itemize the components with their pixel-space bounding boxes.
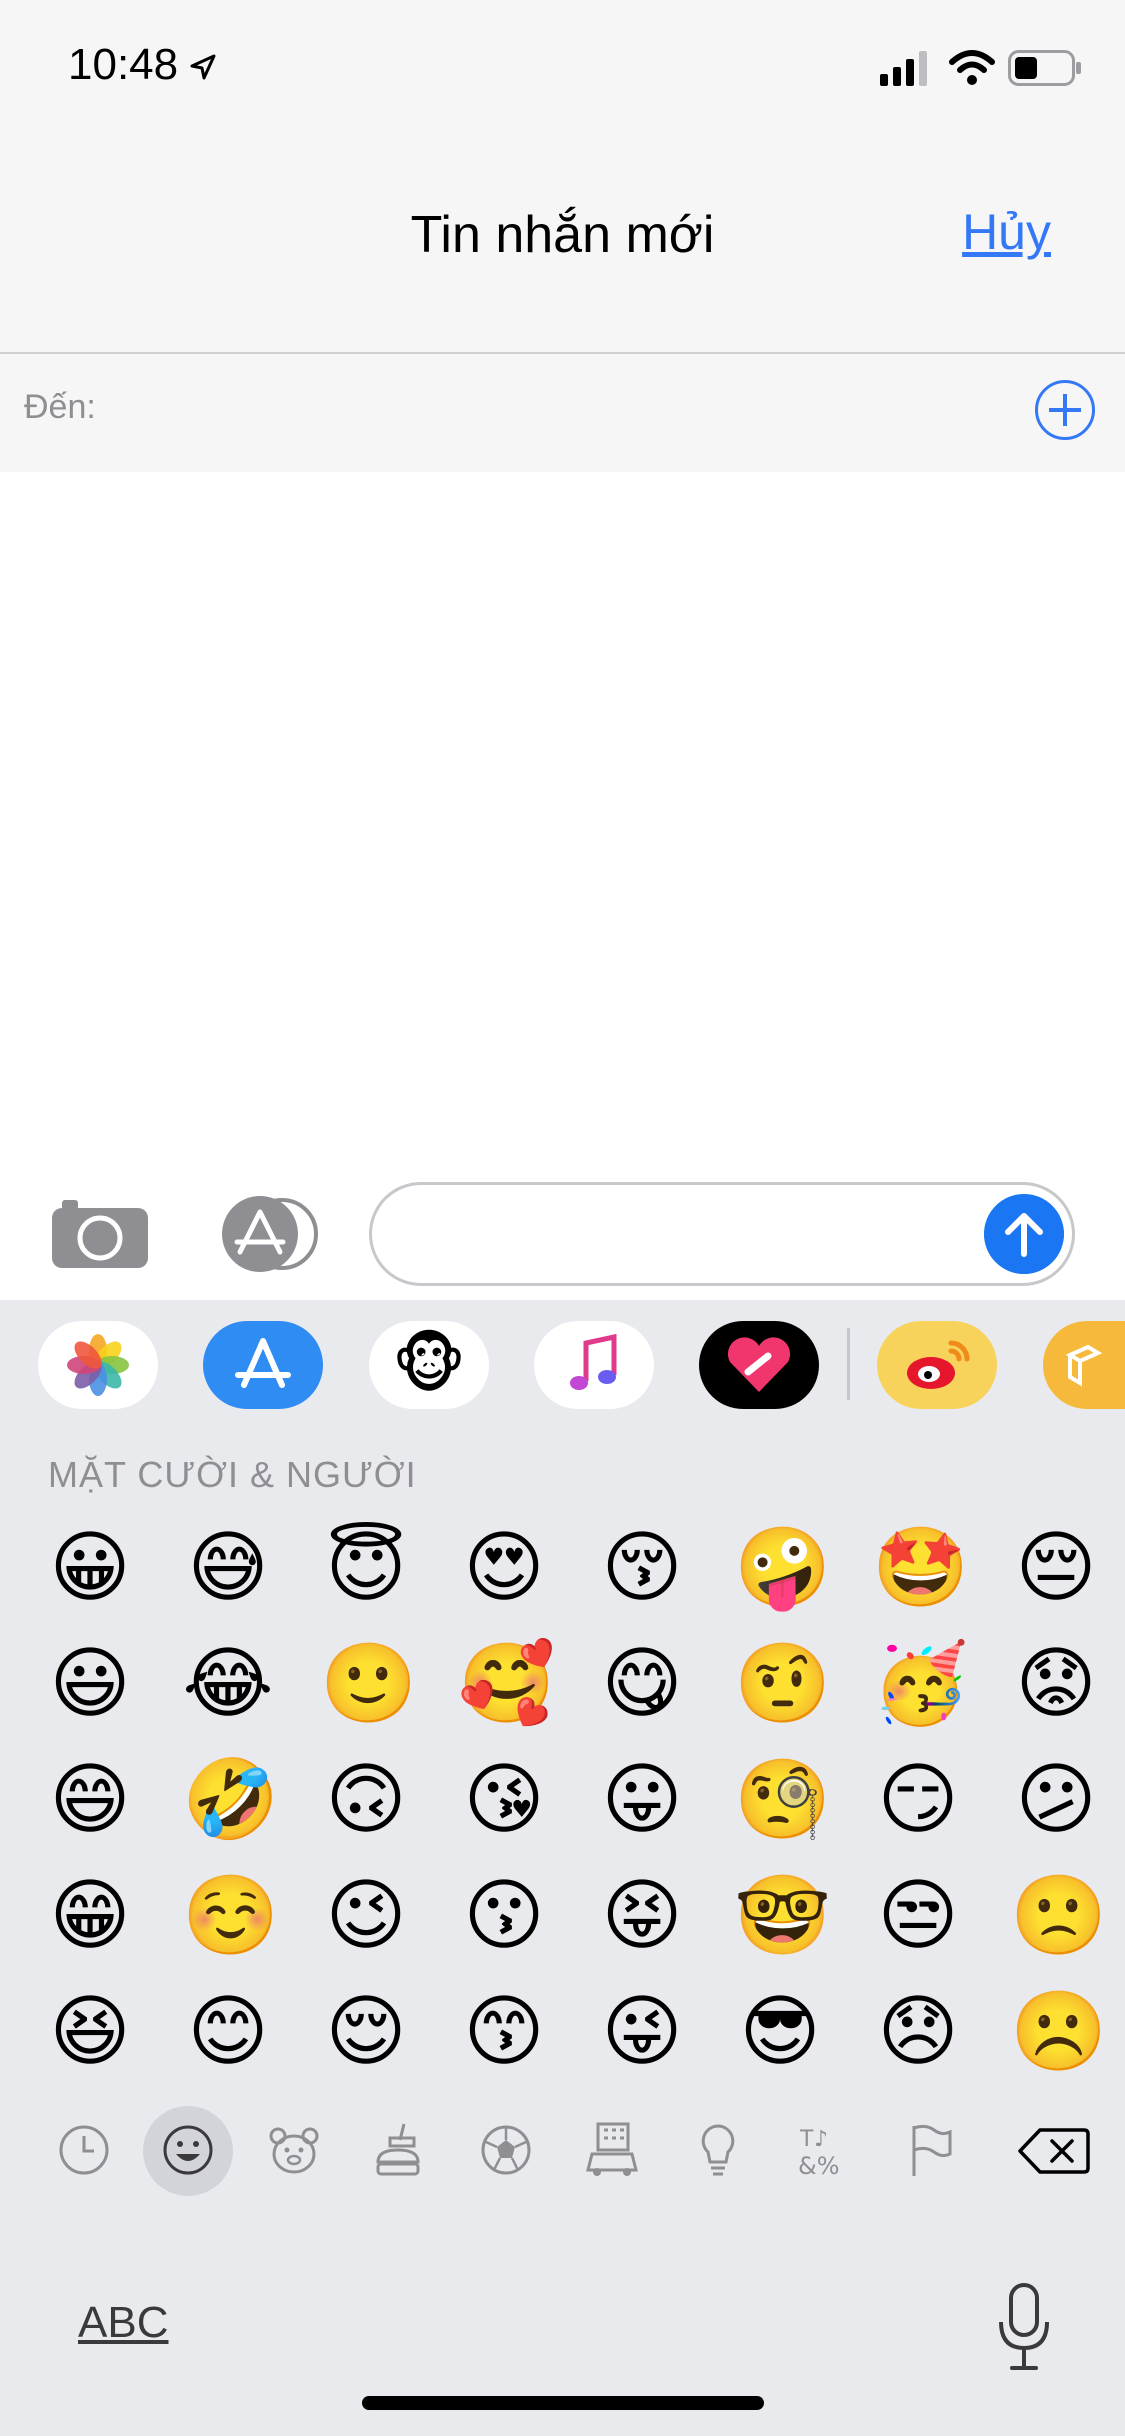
delete-icon[interactable] [1018,2126,1090,2176]
svg-text:♪: ♪ [814,2127,828,2152]
recent-icon[interactable] [54,2120,114,2180]
photos-icon[interactable] [38,1321,158,1409]
battery-icon [1008,50,1081,86]
emoji-key[interactable]: 😜 [596,1986,688,2078]
emoji-key[interactable]: 😕 [1010,1754,1102,1846]
message-input[interactable] [369,1182,1075,1286]
emoji-key[interactable]: 🥳 [872,1638,969,1730]
animals-icon[interactable] [264,2120,324,2180]
flags-icon[interactable] [900,2120,960,2180]
camera-icon[interactable] [52,1198,148,1268]
emoji-key[interactable]: 😎 [734,1986,826,2078]
app-store-button[interactable] [210,1196,320,1272]
emoji-key[interactable]: 😝 [596,1870,688,1962]
page-title: Tin nhắn mới [410,206,715,264]
emoji-key[interactable]: 🤨 [734,1638,831,1730]
emoji-key[interactable]: 😍 [458,1522,550,1614]
microphone-icon[interactable] [996,2282,1052,2372]
emoji-key[interactable]: 😀 [44,1522,136,1614]
food-icon[interactable] [370,2120,430,2180]
svg-text:&%: &% [798,2152,840,2180]
emoji-key[interactable]: 😇 [320,1522,412,1614]
add-contact-button[interactable] [1035,380,1095,440]
smileys-icon[interactable] [158,2120,218,2180]
emoji-key[interactable]: 😅 [182,1522,274,1614]
app-store-icon[interactable] [203,1321,323,1409]
emoji-key[interactable]: 😄 [44,1754,136,1846]
emoji-key[interactable]: 😌 [320,1986,412,2078]
location-arrow-icon [190,54,216,80]
emoji-key[interactable]: 😏 [872,1754,964,1846]
emoji-key[interactable]: 😉 [320,1870,412,1962]
app-drawer-divider [847,1328,850,1400]
send-button[interactable] [984,1194,1064,1274]
travel-icon[interactable] [582,2120,642,2180]
emoji-key[interactable]: 😙 [458,1986,550,2078]
animoji-monkey-icon[interactable]: 🐵 [369,1321,489,1409]
recipient-field[interactable] [0,354,1125,472]
emoji-section-title: MẶT CƯỜI & NGƯỜI [48,1454,417,1495]
emoji-key[interactable]: 🙁 [1010,1870,1107,1962]
emoji-key[interactable]: 🥰 [458,1638,555,1730]
music-icon[interactable] [534,1321,654,1409]
activity-icon[interactable] [476,2120,536,2180]
objects-icon[interactable] [688,2120,748,2180]
emoji-key[interactable]: ☺️ [182,1870,279,1962]
emoji-key[interactable]: 🤪 [734,1522,831,1614]
emoji-key[interactable]: 😒 [872,1870,964,1962]
emoji-key[interactable]: 😃 [44,1638,136,1730]
emoji-key[interactable]: 😛 [596,1754,688,1846]
emoji-key[interactable]: 🤩 [872,1522,969,1614]
emoji-key[interactable]: ☹️ [1010,1986,1107,2078]
emoji-key[interactable]: 🤣 [182,1754,279,1846]
yellow-app-icon[interactable] [1043,1321,1125,1409]
emoji-key[interactable]: 🙂 [320,1638,417,1730]
status-time: 10:48 [68,40,179,89]
emoji-key[interactable]: 🤓 [734,1870,831,1962]
cellular-signal-icon [880,51,927,86]
emoji-key[interactable]: 😟 [1010,1638,1102,1730]
emoji-key[interactable]: 😂 [182,1638,274,1730]
weibo-icon[interactable] [877,1321,997,1409]
recipient-label: Đến: [24,388,96,426]
svg-text:T: T [799,2127,814,2152]
emoji-key[interactable]: 😔 [1010,1522,1102,1614]
abc-keyboard-button[interactable]: ABC [78,2298,168,2348]
symbols-icon[interactable]: T ♪ &% [794,2120,854,2180]
digital-touch-icon[interactable] [699,1321,819,1409]
emoji-key[interactable]: 😊 [182,1986,274,2078]
home-indicator[interactable] [362,2396,764,2410]
wifi-icon [949,50,995,85]
emoji-key[interactable]: 😁 [44,1870,136,1962]
emoji-key[interactable]: 😆 [44,1986,136,2078]
emoji-key[interactable]: 😘 [458,1754,550,1846]
cancel-button[interactable]: Hủy [962,203,1051,261]
emoji-key[interactable]: 😋 [596,1638,688,1730]
emoji-key[interactable]: 😗 [458,1870,550,1962]
emoji-key[interactable]: 🧐 [734,1754,831,1846]
emoji-key[interactable]: 😚 [596,1522,688,1614]
emoji-key[interactable]: 🙃 [320,1754,412,1846]
emoji-key[interactable]: 😞 [872,1986,964,2078]
